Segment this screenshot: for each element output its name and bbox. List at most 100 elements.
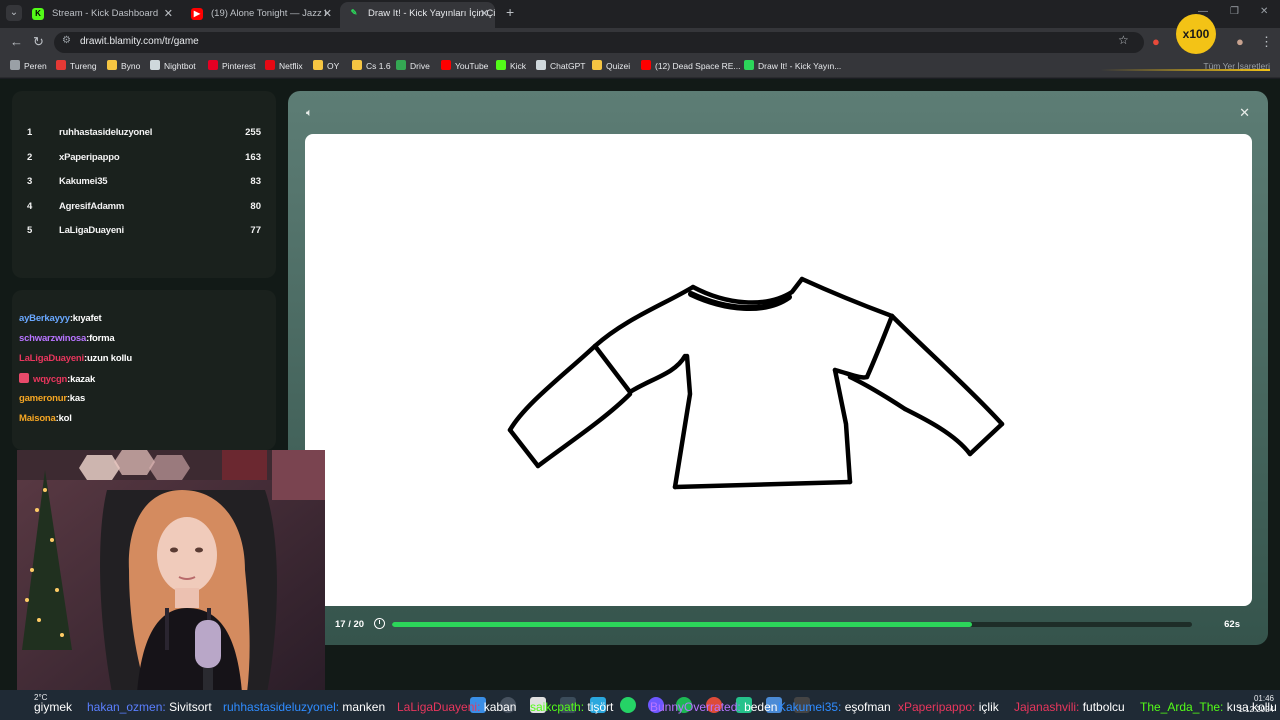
leaderboard-row: 2 xPaperipappo 163 xyxy=(12,146,276,170)
bookmark-icon xyxy=(441,60,451,70)
close-tab-icon[interactable]: ✕ xyxy=(164,3,173,25)
chat-text: kol xyxy=(58,413,72,424)
time-left: 62s xyxy=(1224,619,1240,630)
ticker-text: eşofman xyxy=(844,700,891,714)
leaderboard-name: LaLigaDuayeni xyxy=(59,225,124,237)
site-info-icon[interactable]: ⚙ xyxy=(62,35,71,46)
bookmark-item[interactable]: Pinterest xyxy=(208,60,256,71)
chat-username[interactable]: gameronur xyxy=(19,393,67,404)
kick-icon: K xyxy=(32,8,44,20)
bookmark-item[interactable]: Peren xyxy=(10,60,47,71)
bookmark-item[interactable]: YouTube xyxy=(441,60,488,71)
ticker-text: kısa kollu xyxy=(1226,700,1277,714)
bookmark-item[interactable]: Nightbot xyxy=(150,60,196,71)
ticker-message: saikcpath: tişört xyxy=(530,700,613,714)
leaderboard-rank: 5 xyxy=(27,225,33,237)
url-text: drawit.blamity.com/tr/game xyxy=(80,36,199,47)
bookmark-label: Netflix xyxy=(279,61,303,71)
bookmark-icon xyxy=(150,60,160,70)
leaderboard-row: 1 ruhhastasideluzyonel 255 xyxy=(12,121,276,145)
round-counter: 17 / 20 xyxy=(335,619,365,630)
leaderboard-score: 83 xyxy=(250,176,261,188)
ticker-username: xPaperipappo: xyxy=(898,700,979,714)
bookmark-item[interactable]: Netflix xyxy=(265,60,303,71)
browser-menu-icon[interactable]: ⋮ xyxy=(1260,34,1273,50)
address-bar-row: ← ↻ ⚙ drawit.blamity.com/tr/game ☆ ● ● ⋮ xyxy=(0,28,1280,56)
bookmark-label: Drive xyxy=(410,61,430,71)
ticker-message: giymek xyxy=(34,700,72,714)
leaderboard-panel: 1 ruhhastasideluzyonel 255 2 xPaperipappo 163… xyxy=(12,91,276,278)
close-tab-icon[interactable]: ✕ xyxy=(323,3,332,25)
bookmark-item[interactable]: Byno xyxy=(107,60,140,71)
profile-avatar[interactable]: ● xyxy=(1236,34,1244,49)
bookmark-icon xyxy=(744,60,754,70)
leaderboard-score: 80 xyxy=(250,200,261,212)
bookmark-item[interactable]: Drive xyxy=(396,60,430,71)
bookmark-item[interactable]: Quizei xyxy=(592,60,630,71)
bookmark-item[interactable]: Draw It! - Kick Yayın... xyxy=(744,60,841,71)
ticker-text: içlik xyxy=(978,700,999,714)
leaderboard-row: 3 Kakumei35 83 xyxy=(12,170,276,194)
bookmark-label: Quizei xyxy=(606,61,631,71)
chat-ticker: giymek hakan_ozmen: Sivitsort ruhhastaside… xyxy=(0,698,1280,718)
extension-icon[interactable]: ● xyxy=(1152,34,1160,49)
url-bar[interactable]: ⚙ drawit.blamity.com/tr/game xyxy=(54,32,1144,53)
leaderboard-name: AgresifAdamm xyxy=(59,200,125,212)
ticker-message: ruhhastasideluzyonel: manken xyxy=(223,700,385,714)
bookmark-item[interactable]: Cs 1.6 xyxy=(352,60,391,71)
bookmark-icon xyxy=(536,60,546,70)
bookmark-icon xyxy=(496,60,506,70)
chat-message: schwarzwinosa:forma xyxy=(19,333,115,344)
bookmark-icon xyxy=(56,60,66,70)
chat-text: forma xyxy=(89,333,115,344)
tab-youtube[interactable]: ▶ (19) Alone Tonight — Jazz l ✕ xyxy=(183,3,338,25)
ticker-text: tişört xyxy=(587,700,614,714)
drawing-canvas[interactable] xyxy=(305,134,1252,606)
ticker-text: Sivitsort xyxy=(169,700,212,714)
bookmark-label: Tureng xyxy=(70,61,97,71)
bookmark-label: Draw It! - Kick Yayın... xyxy=(758,61,842,71)
tab-title: Draw It! - Kick Yayınları İçin Çiz xyxy=(368,8,495,19)
leaderboard-name: ruhhastasideluzyonel xyxy=(59,127,153,138)
chat-username[interactable]: LaLigaDuayeni xyxy=(19,353,84,364)
ticker-username: saikcpath: xyxy=(530,700,588,714)
streamer-webcam-image xyxy=(17,450,325,693)
leaderboard-row: 5 LaLigaDuayeni 77 xyxy=(12,219,276,243)
window-close-icon[interactable]: ✕ xyxy=(1260,6,1268,17)
new-tab-icon[interactable]: + xyxy=(506,4,514,20)
x100-extension-badge[interactable]: x100 xyxy=(1176,14,1216,54)
sound-icon[interactable]: 🔈︎ xyxy=(306,107,313,120)
back-icon[interactable]: ← xyxy=(10,34,23,49)
tab-search-icon[interactable]: ⌄ xyxy=(6,5,22,21)
maximize-icon[interactable]: ❐ xyxy=(1230,6,1239,17)
chat-username[interactable]: ayBerkayyy xyxy=(19,313,70,324)
ticker-text: kaban xyxy=(483,700,517,714)
bookmark-star-icon[interactable]: ☆ xyxy=(1118,33,1129,47)
chat-text: kıyafet xyxy=(72,313,102,324)
bookmark-item[interactable]: OY xyxy=(313,60,339,71)
tab-kick-dashboard[interactable]: K Stream - Kick Dashboard ✕ xyxy=(24,3,179,25)
bookmark-item[interactable]: (12) Dead Space RE... xyxy=(641,60,741,71)
ticker-username: hakan_ozmen: xyxy=(87,700,170,714)
bookmark-label: ChatGPT xyxy=(550,61,586,71)
ticker-username: Jajanashvili: xyxy=(1014,700,1083,714)
leaderboard-rank: 3 xyxy=(27,176,33,188)
chat-username[interactable]: schwarzwinosa xyxy=(19,333,86,344)
close-tab-icon[interactable]: ✕ xyxy=(480,2,489,26)
bookmark-icon xyxy=(396,60,406,70)
chat-text: kazak xyxy=(70,374,96,385)
ticker-message: LaLigaDuayeni: kaban xyxy=(397,700,516,714)
round-progress-row: 17 / 20 62s xyxy=(305,614,1252,636)
chat-message: Maisona:kol xyxy=(19,413,72,424)
close-icon[interactable]: ✕ xyxy=(1239,105,1250,121)
reload-icon[interactable]: ↻ xyxy=(33,34,44,50)
tab-drawit[interactable]: ✎ Draw It! - Kick Yayınları İçin Çiz ✕ xyxy=(340,2,495,28)
bookmark-item[interactable]: Tureng xyxy=(56,60,97,71)
bookmark-label: Kick xyxy=(510,61,527,71)
bookmark-label: Nightbot xyxy=(164,61,196,71)
chat-username[interactable]: Maisona xyxy=(19,413,56,424)
bookmark-item[interactable]: Kick xyxy=(496,60,526,71)
chat-username[interactable]: wqycgn xyxy=(33,374,67,385)
bookmark-item[interactable]: ChatGPT xyxy=(536,60,585,71)
bookmark-icon xyxy=(208,60,218,70)
